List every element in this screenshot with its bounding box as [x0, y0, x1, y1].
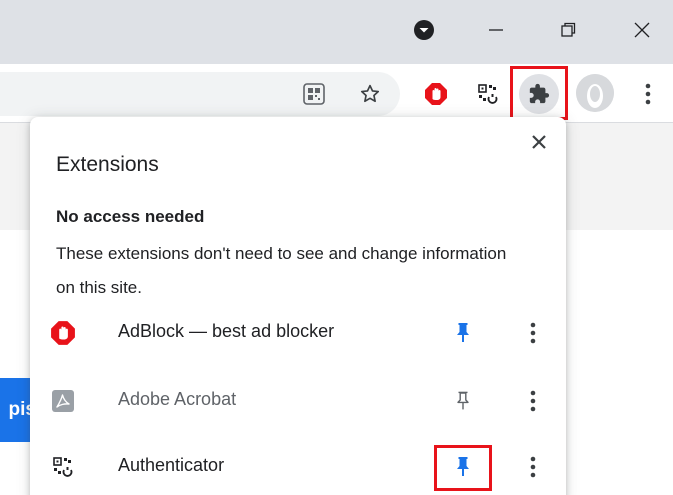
- authenticator-qr-icon: [50, 454, 76, 480]
- section-description: These extensions don't need to see and c…: [56, 244, 507, 297]
- star-icon[interactable]: [350, 74, 390, 114]
- circle-chevron-down-icon[interactable]: [404, 10, 444, 50]
- address-bar[interactable]: [0, 72, 400, 116]
- avatar-icon[interactable]: [576, 74, 614, 112]
- extensions-button-highlight: [510, 66, 568, 120]
- authenticator-qr-icon[interactable]: [468, 74, 508, 114]
- section-title: No access needed: [56, 207, 205, 226]
- restore-icon[interactable]: [548, 10, 588, 50]
- pin-outline-icon[interactable]: [448, 386, 478, 416]
- kebab-menu-icon[interactable]: [628, 74, 668, 114]
- qr-code-icon[interactable]: [294, 74, 334, 114]
- extension-item-adobe-acrobat[interactable]: Adobe Acrobat: [30, 369, 566, 433]
- more-options-icon[interactable]: [518, 386, 548, 416]
- more-options-icon[interactable]: [518, 318, 548, 348]
- popup-title: Extensions: [56, 153, 159, 176]
- acrobat-icon: [50, 388, 76, 414]
- adblock-hand-icon: [50, 320, 76, 346]
- close-icon[interactable]: [524, 127, 554, 157]
- adblock-hand-icon[interactable]: [416, 74, 456, 114]
- minimize-icon[interactable]: [476, 10, 516, 50]
- extension-name: Authenticator: [118, 455, 225, 475]
- extension-name: Adobe Acrobat: [118, 389, 237, 409]
- title-bar: [0, 0, 673, 64]
- pin-icon[interactable]: [448, 452, 478, 482]
- extension-item-adblock[interactable]: AdBlock — best ad blocker: [30, 301, 566, 365]
- browser-toolbar: [0, 64, 673, 123]
- close-icon[interactable]: [622, 10, 662, 50]
- browser-window: pis Extensions No access needed These ex…: [0, 0, 673, 495]
- extension-item-authenticator[interactable]: Authenticator: [30, 435, 566, 495]
- pin-icon[interactable]: [448, 318, 478, 348]
- extensions-popup: Extensions No access needed These extens…: [30, 117, 566, 495]
- more-options-icon[interactable]: [518, 452, 548, 482]
- extension-name: AdBlock — best ad blocker: [118, 321, 335, 341]
